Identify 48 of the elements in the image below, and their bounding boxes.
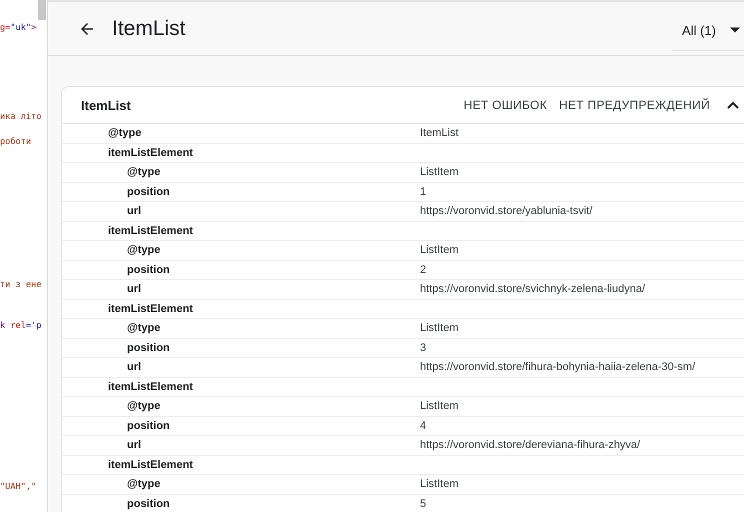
- property-name: itemListElement: [107, 224, 194, 237]
- property-name: url: [126, 361, 142, 374]
- scrollbar-thumb[interactable]: [38, 0, 46, 20]
- property-value: https://voronvid.store/fihura-bohynia-haiia-zelena-30-sm/: [420, 361, 696, 374]
- property-name: position: [126, 186, 171, 198]
- caret-icon: [730, 27, 740, 33]
- property-value: ListItem: [420, 400, 459, 412]
- card-title: ItemList: [81, 98, 132, 112]
- property-value: https://voronvid.store/yablunia-tsvit/: [420, 205, 592, 218]
- code-line: ика літо: [0, 111, 42, 124]
- property-value: 1: [420, 186, 426, 198]
- property-value: ItemList: [420, 127, 459, 140]
- property-value: 2: [420, 264, 426, 276]
- code-line: g="uk">: [0, 22, 38, 35]
- errors-status: НЕТ ОШИБОК: [464, 98, 547, 112]
- property-value: ListItem: [420, 244, 459, 256]
- property-name: itemListElement: [107, 146, 194, 159]
- property-name: @type: [126, 400, 162, 412]
- code-line: "UAH",": [0, 481, 38, 494]
- code-line: k rel='p: [0, 320, 42, 333]
- property-name: position: [126, 342, 171, 354]
- property-value: https://voronvid.store/svichnyk-zelena-liudyna/: [420, 283, 645, 296]
- property-name: itemListElement: [107, 458, 194, 471]
- property-name: url: [126, 439, 142, 452]
- code-line: ти з ене: [0, 279, 42, 292]
- code-line: роботи: [0, 136, 32, 149]
- property-name: @type: [107, 127, 142, 140]
- property-name: @type: [126, 478, 162, 490]
- property-name: itemListElement: [107, 302, 194, 315]
- property-name: url: [126, 205, 142, 218]
- property-name: position: [126, 420, 171, 432]
- property-name: @type: [126, 322, 162, 334]
- property-name: @type: [126, 166, 162, 178]
- property-value: ListItem: [420, 322, 459, 334]
- property-value: ListItem: [420, 478, 459, 490]
- page-title: ItemList: [112, 16, 187, 40]
- property-name: @type: [126, 244, 162, 256]
- warnings-status: НЕТ ПРЕДУПРЕЖДЕНИЙ: [558, 98, 710, 112]
- property-name: url: [126, 283, 142, 296]
- property-name: itemListElement: [107, 380, 194, 393]
- property-value: 5: [420, 498, 426, 510]
- filter-dropdown[interactable]: All (1): [672, 10, 744, 50]
- property-value: https://voronvid.store/dereviana-fihura-zhyva/: [420, 439, 640, 452]
- property-name: position: [126, 264, 171, 276]
- property-value: ListItem: [420, 166, 459, 178]
- property-value: 3: [420, 342, 426, 354]
- property-name: position: [126, 498, 171, 510]
- property-value: 4: [420, 420, 426, 432]
